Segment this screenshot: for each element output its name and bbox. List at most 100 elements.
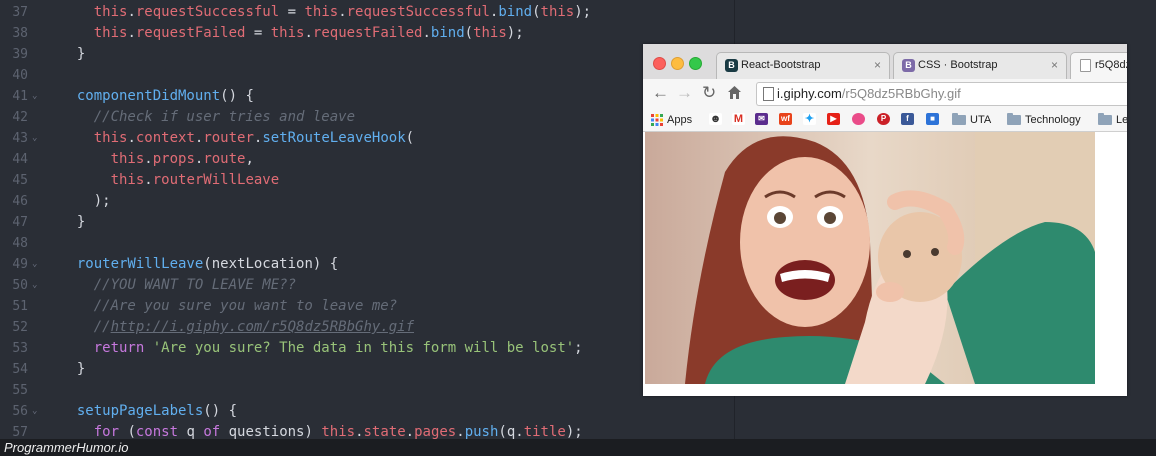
bookmark-dribbble[interactable] — [852, 113, 865, 127]
code-line[interactable]: this.props.route, — [60, 149, 254, 170]
code-token: context — [135, 130, 195, 146]
fold-chevron-icon[interactable]: ⌄ — [32, 128, 37, 149]
zoom-window-button[interactable] — [689, 57, 702, 70]
code-token: ); — [565, 424, 583, 440]
tab-label: React-Bootstrap — [741, 59, 821, 71]
code-token: q — [178, 424, 204, 440]
code-line[interactable]: //http://i.giphy.com/r5Q8dz5RBbGhy.gif — [60, 317, 414, 338]
code-token: return — [93, 340, 145, 356]
code-token: props — [152, 151, 195, 167]
code-token: this — [93, 25, 128, 41]
tab-close-icon[interactable]: × — [874, 58, 881, 72]
code-token: this — [473, 25, 507, 41]
watermark-text: ProgrammerHumor.io — [4, 440, 129, 455]
bookmark-folder-uta[interactable]: UTA — [952, 113, 991, 127]
code-token: this — [93, 4, 128, 20]
code-line[interactable]: this.requestFailed = this.requestFailed.… — [60, 23, 524, 44]
code-line[interactable]: return 'Are you sure? The data in this f… — [60, 338, 583, 359]
code-token: () { — [203, 403, 238, 419]
code-token: . — [405, 424, 415, 440]
code-line[interactable]: } — [60, 44, 85, 65]
code-token: ); — [574, 4, 592, 20]
bookmark-reddit[interactable]: ☻ — [709, 113, 722, 127]
bookmark-twitter[interactable]: ✦ — [803, 113, 816, 127]
code-token: this — [540, 4, 575, 20]
line-number: 41 — [12, 89, 28, 104]
bookmark-youtube[interactable]: ▶ — [827, 113, 840, 127]
browser-window: B React-Bootstrap × B CSS · Bootstrap × … — [643, 44, 1127, 396]
code-editor[interactable]: 37 38 39 40 41 ⌄ 42 43 ⌄ 44 45 46 47 48 49 ⌄ 50 ⌄ 51 52 53 54… — [0, 0, 734, 456]
bookmark-mail[interactable]: ✉ — [755, 113, 768, 127]
code-token: ( — [405, 130, 415, 146]
code-token: . — [422, 25, 431, 41]
bookmark-folder-technology[interactable]: Technology — [1007, 113, 1081, 127]
code-line[interactable]: setupPageLabels() { — [60, 401, 237, 422]
fold-chevron-icon[interactable]: ⌄ — [32, 401, 37, 422]
line-number: 55 — [12, 383, 28, 398]
bookmark-gmail[interactable]: M — [732, 113, 745, 127]
code-token: for — [93, 424, 120, 440]
code-token: 'Are you sure? The data in this form wil… — [152, 340, 575, 356]
pinterest-icon: P — [877, 113, 890, 125]
code-line[interactable]: ); — [60, 191, 111, 212]
url-host: i.giphy.com — [777, 86, 842, 101]
code-token: this — [304, 4, 339, 20]
fold-chevron-icon[interactable]: ⌄ — [32, 254, 37, 275]
close-window-button[interactable] — [653, 57, 666, 70]
code-token: . — [355, 424, 364, 440]
folder-icon — [1098, 113, 1112, 125]
bookmark-pinterest[interactable]: P — [877, 113, 890, 127]
code-token: requestFailed — [135, 25, 246, 41]
code-token: state — [363, 424, 406, 440]
bookmark-wf[interactable]: wf — [779, 113, 792, 127]
code-line[interactable]: this.routerWillLeave — [60, 170, 280, 191]
line-number: 39 — [12, 47, 28, 62]
fold-chevron-icon[interactable]: ⌄ — [32, 275, 37, 296]
line-number: 49 — [12, 257, 28, 272]
code-line[interactable]: } — [60, 212, 85, 233]
bookmark-app[interactable]: ■ — [926, 113, 939, 127]
fold-chevron-icon[interactable]: ⌄ — [32, 86, 37, 107]
page-icon — [763, 87, 774, 101]
line-number: 53 — [12, 341, 28, 356]
code-line[interactable]: //Check if user tries and leave — [60, 107, 355, 128]
bookmark-folder-le[interactable]: Le — [1098, 113, 1127, 127]
code-line[interactable]: } — [60, 359, 85, 380]
code-token: setupPageLabels — [76, 403, 204, 419]
code-token: this — [270, 25, 305, 41]
bookmark-facebook[interactable]: f — [901, 113, 914, 127]
tab-giphy[interactable]: r5Q8dz — [1070, 52, 1127, 79]
reload-icon[interactable]: ↻ — [702, 83, 716, 103]
forward-arrow-icon[interactable]: → — [676, 83, 693, 103]
code-line[interactable]: componentDidMount() { — [60, 86, 254, 107]
code-line[interactable]: //YOU WANT TO LEAVE ME?? — [60, 275, 296, 296]
line-number: 46 — [12, 194, 28, 209]
wf-icon: wf — [779, 113, 792, 125]
back-arrow-icon[interactable]: ← — [652, 83, 669, 103]
code-token: //YOU WANT TO LEAVE ME?? — [93, 277, 297, 293]
tab-close-icon[interactable]: × — [1051, 58, 1058, 72]
tab-react-bootstrap[interactable]: B React-Bootstrap × — [716, 52, 890, 79]
code-token: push — [464, 424, 499, 440]
tab-css-bootstrap[interactable]: B CSS · Bootstrap × — [893, 52, 1067, 79]
code-token: } — [60, 46, 86, 62]
code-line[interactable]: routerWillLeave(nextLocation) { — [60, 254, 338, 275]
line-number: 37 — [12, 5, 28, 20]
bookmark-apps[interactable]: Apps — [651, 113, 692, 127]
code-token: ( — [464, 25, 474, 41]
code-token: ( — [119, 424, 136, 440]
code-line[interactable]: this.requestSuccessful = this.requestSuc… — [60, 2, 591, 23]
minimize-window-button[interactable] — [671, 57, 684, 70]
code-line[interactable]: this.context.router.setRouteLeaveHook( — [60, 128, 414, 149]
address-bar[interactable]: i.giphy.com/r5Q8dz5RBbGhy.gif — [756, 82, 1127, 106]
line-number-gutter: 37 38 39 40 41 ⌄ 42 43 ⌄ 44 45 46 47 48 49 ⌄ 50 ⌄ 51 52 53 54… — [0, 0, 52, 456]
code-line[interactable]: //Are you sure you want to leave me? — [60, 296, 397, 317]
home-icon[interactable] — [727, 83, 742, 105]
